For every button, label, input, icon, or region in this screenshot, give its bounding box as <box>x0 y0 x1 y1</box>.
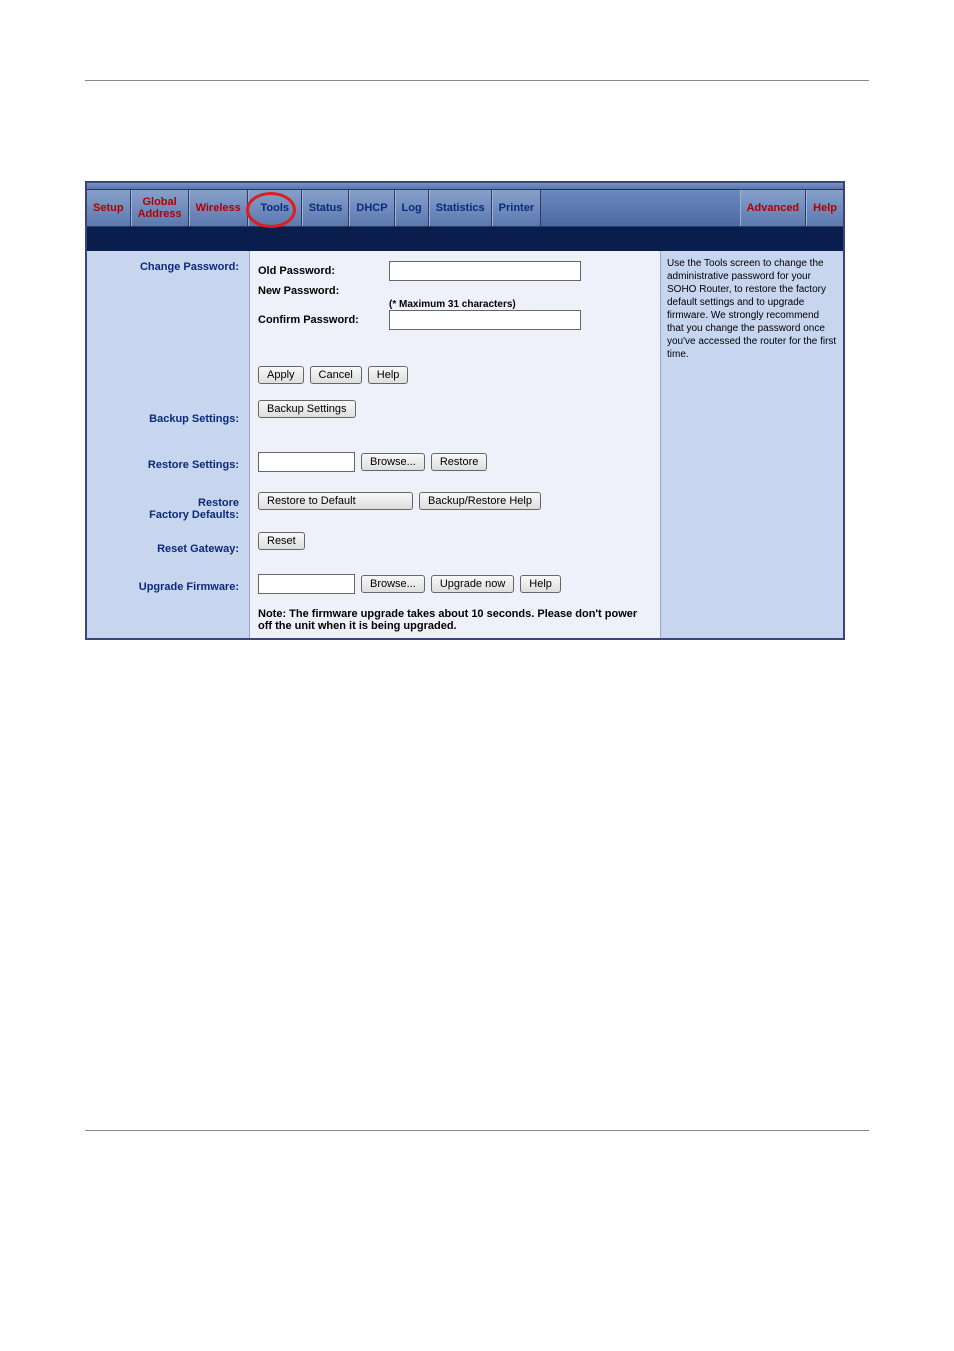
row-upgrade: Browse... Upgrade now Help <box>258 574 652 594</box>
tab-setup[interactable]: Setup <box>87 190 131 226</box>
tab-wireless[interactable]: Wireless <box>189 190 248 226</box>
row-old-password: Old Password: <box>258 261 652 281</box>
help-sidebar: Use the Tools screen to change the admin… <box>660 251 843 638</box>
left-label-column: Change Password: Backup Settings: Restor… <box>87 251 250 638</box>
help-text: Use the Tools screen to change the admin… <box>667 258 836 360</box>
tab-printer[interactable]: Printer <box>492 190 541 226</box>
tab-tools-label: Tools <box>260 202 289 214</box>
document-page: Setup Global Address Wireless Tools Stat… <box>0 0 954 1131</box>
router-admin-panel: Setup Global Address Wireless Tools Stat… <box>85 181 845 640</box>
tab-spacer <box>541 190 739 226</box>
restore-file-input[interactable] <box>258 452 355 472</box>
top-rule <box>85 80 869 81</box>
tab-statistics[interactable]: Statistics <box>429 190 492 226</box>
old-password-input[interactable] <box>389 261 581 281</box>
tab-global-line2: Address <box>138 208 182 220</box>
content-area: Change Password: Backup Settings: Restor… <box>87 251 843 638</box>
password-help-button[interactable]: Help <box>368 366 409 384</box>
restore-button[interactable]: Restore <box>431 453 488 471</box>
upgrade-file-input[interactable] <box>258 574 355 594</box>
tab-status[interactable]: Status <box>302 190 350 226</box>
row-factory: Restore to Default Backup/Restore Help <box>258 492 652 510</box>
label-backup-settings: Backup Settings: <box>93 413 243 425</box>
bottom-rule <box>85 1130 869 1131</box>
dark-band <box>87 227 843 251</box>
tab-global-address[interactable]: Global Address <box>131 190 189 226</box>
row-reset: Reset <box>258 532 652 550</box>
confirm-password-label: Confirm Password: <box>258 314 383 326</box>
window-top-gradient <box>87 183 843 190</box>
new-password-label: New Password: <box>258 285 383 297</box>
tab-log[interactable]: Log <box>395 190 429 226</box>
max-chars-hint: (* Maximum 31 characters) <box>389 299 516 310</box>
row-restore: Browse... Restore <box>258 452 652 472</box>
tab-dhcp[interactable]: DHCP <box>349 190 394 226</box>
cancel-button[interactable]: Cancel <box>310 366 362 384</box>
form-area: Old Password: New Password: (* Maximum 3… <box>250 251 660 638</box>
reset-button[interactable]: Reset <box>258 532 305 550</box>
confirm-password-input[interactable] <box>389 310 581 330</box>
firmware-note: Note: The firmware upgrade takes about 1… <box>258 608 652 632</box>
upgrade-now-button[interactable]: Upgrade now <box>431 575 514 593</box>
label-restore-factory-line2: Factory Defaults: <box>93 509 239 521</box>
row-password-buttons: Apply Cancel Help <box>258 366 652 384</box>
label-restore-settings: Restore Settings: <box>93 459 243 471</box>
row-max-hint: (* Maximum 31 characters) <box>258 299 652 310</box>
apply-button[interactable]: Apply <box>258 366 304 384</box>
label-change-password: Change Password: <box>93 261 243 273</box>
tab-advanced[interactable]: Advanced <box>740 190 807 226</box>
tab-bar: Setup Global Address Wireless Tools Stat… <box>87 190 843 227</box>
backup-settings-button[interactable]: Backup Settings <box>258 400 356 418</box>
row-confirm-password: Confirm Password: <box>258 310 652 330</box>
restore-default-button[interactable]: Restore to Default <box>258 492 413 510</box>
restore-browse-button[interactable]: Browse... <box>361 453 425 471</box>
old-password-label: Old Password: <box>258 265 383 277</box>
label-restore-factory: Restore Factory Defaults: <box>93 497 243 521</box>
tab-global-line1: Global <box>142 196 176 208</box>
row-new-password: New Password: <box>258 285 652 297</box>
upgrade-help-button[interactable]: Help <box>520 575 561 593</box>
tab-help[interactable]: Help <box>806 190 843 226</box>
backup-restore-help-button[interactable]: Backup/Restore Help <box>419 492 541 510</box>
label-restore-factory-line1: Restore <box>93 497 239 509</box>
row-backup: Backup Settings <box>258 400 652 418</box>
upgrade-browse-button[interactable]: Browse... <box>361 575 425 593</box>
label-reset-gateway: Reset Gateway: <box>93 543 243 555</box>
tab-tools[interactable]: Tools <box>248 190 302 226</box>
label-upgrade-firmware: Upgrade Firmware: <box>93 581 243 593</box>
